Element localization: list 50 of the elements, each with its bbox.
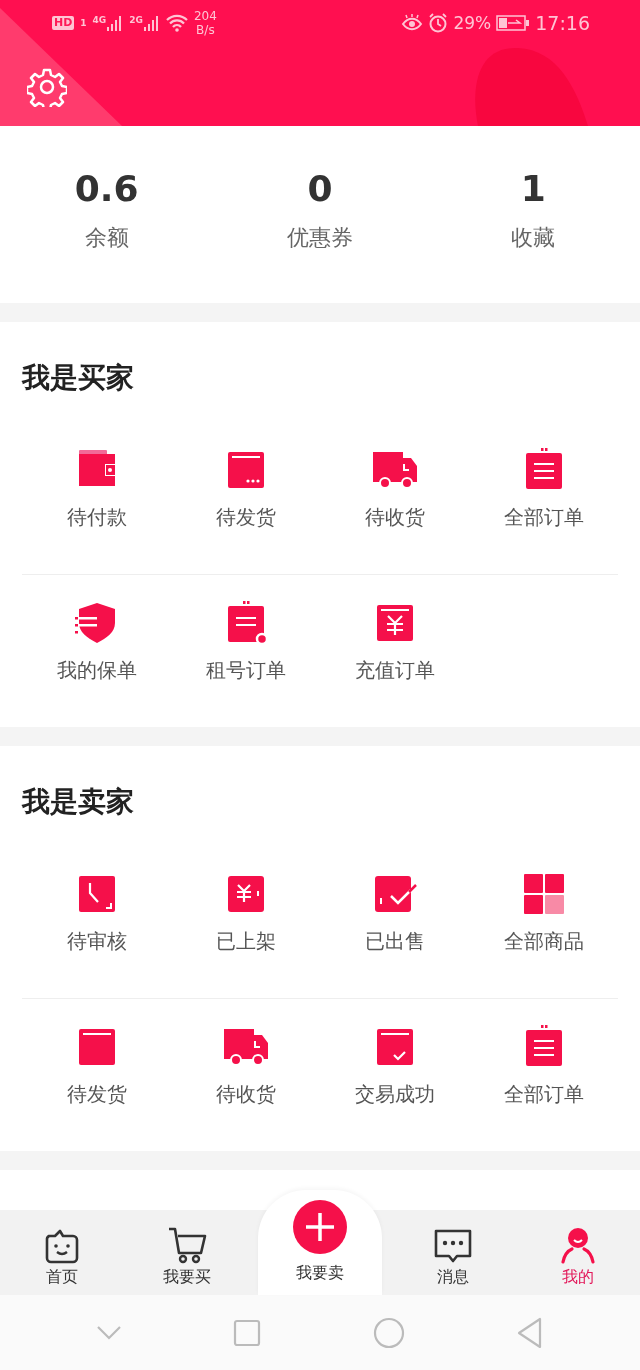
order-link[interactable]: 充值订单 bbox=[354, 657, 435, 683]
order-link[interactable]: 待收货 bbox=[215, 1081, 276, 1107]
network-type: 2G bbox=[129, 15, 143, 25]
hd-badge: HD bbox=[52, 16, 75, 30]
stat-label[interactable]: 收藏 bbox=[511, 224, 556, 252]
wifi-icon bbox=[165, 14, 188, 32]
order-link[interactable]: 租号订单 bbox=[205, 657, 286, 683]
order-link[interactable]: 待收货 bbox=[364, 504, 425, 530]
profile-icon bbox=[558, 1226, 597, 1264]
signal-icon bbox=[143, 15, 160, 31]
section-title: 我是卖家 bbox=[22, 786, 135, 818]
battery-icon bbox=[496, 14, 531, 32]
tab[interactable]: 消息 bbox=[390, 1210, 516, 1295]
alarm-icon bbox=[428, 13, 449, 33]
recent-apps-icon[interactable] bbox=[233, 1318, 262, 1347]
order-link[interactable]: 待审核 bbox=[66, 928, 127, 954]
order-link[interactable]: 已出售 bbox=[364, 928, 425, 954]
settings-icon[interactable] bbox=[27, 67, 67, 107]
network-speed: 204 bbox=[193, 9, 217, 23]
order-link[interactable]: 全部订单 bbox=[503, 504, 584, 530]
tab[interactable]: 首页 bbox=[0, 1210, 125, 1295]
signal-icon bbox=[107, 15, 124, 31]
order-link[interactable]: 待发货 bbox=[215, 504, 276, 530]
order-link[interactable]: 待付款 bbox=[66, 504, 127, 530]
home-icon[interactable] bbox=[372, 1316, 405, 1349]
order-link[interactable]: 已上架 bbox=[215, 928, 276, 954]
order-link[interactable]: 待发货 bbox=[66, 1081, 127, 1107]
section-title: 我是买家 bbox=[22, 362, 135, 394]
tab[interactable]: 我要卖 bbox=[257, 1190, 383, 1295]
network-type: 4G bbox=[92, 15, 107, 25]
add-icon bbox=[291, 1198, 349, 1256]
eye-icon bbox=[401, 14, 424, 32]
stat-value: 1 bbox=[520, 168, 546, 210]
stat-value: 0.6 bbox=[74, 168, 139, 210]
tab[interactable]: 我要买 bbox=[124, 1210, 250, 1295]
order-link[interactable]: 交易成功 bbox=[354, 1081, 435, 1107]
chevron-down-icon[interactable] bbox=[95, 1324, 122, 1341]
order-link[interactable]: 全部商品 bbox=[503, 928, 584, 954]
cart-icon bbox=[167, 1226, 208, 1264]
stat-label[interactable]: 余额 bbox=[84, 224, 129, 252]
order-link[interactable]: 全部订单 bbox=[503, 1081, 584, 1107]
tab[interactable]: 我的 bbox=[515, 1210, 640, 1295]
clock-time: 17:16 bbox=[535, 12, 590, 34]
stat-value: 0 bbox=[307, 168, 333, 210]
battery-percent: 29% bbox=[453, 13, 492, 33]
order-link[interactable]: 我的保单 bbox=[56, 657, 137, 683]
message-icon bbox=[432, 1228, 473, 1264]
sim-slot: 1 bbox=[80, 18, 87, 28]
speed-unit: B/s bbox=[196, 23, 215, 37]
stat-label[interactable]: 优惠券 bbox=[287, 224, 353, 252]
